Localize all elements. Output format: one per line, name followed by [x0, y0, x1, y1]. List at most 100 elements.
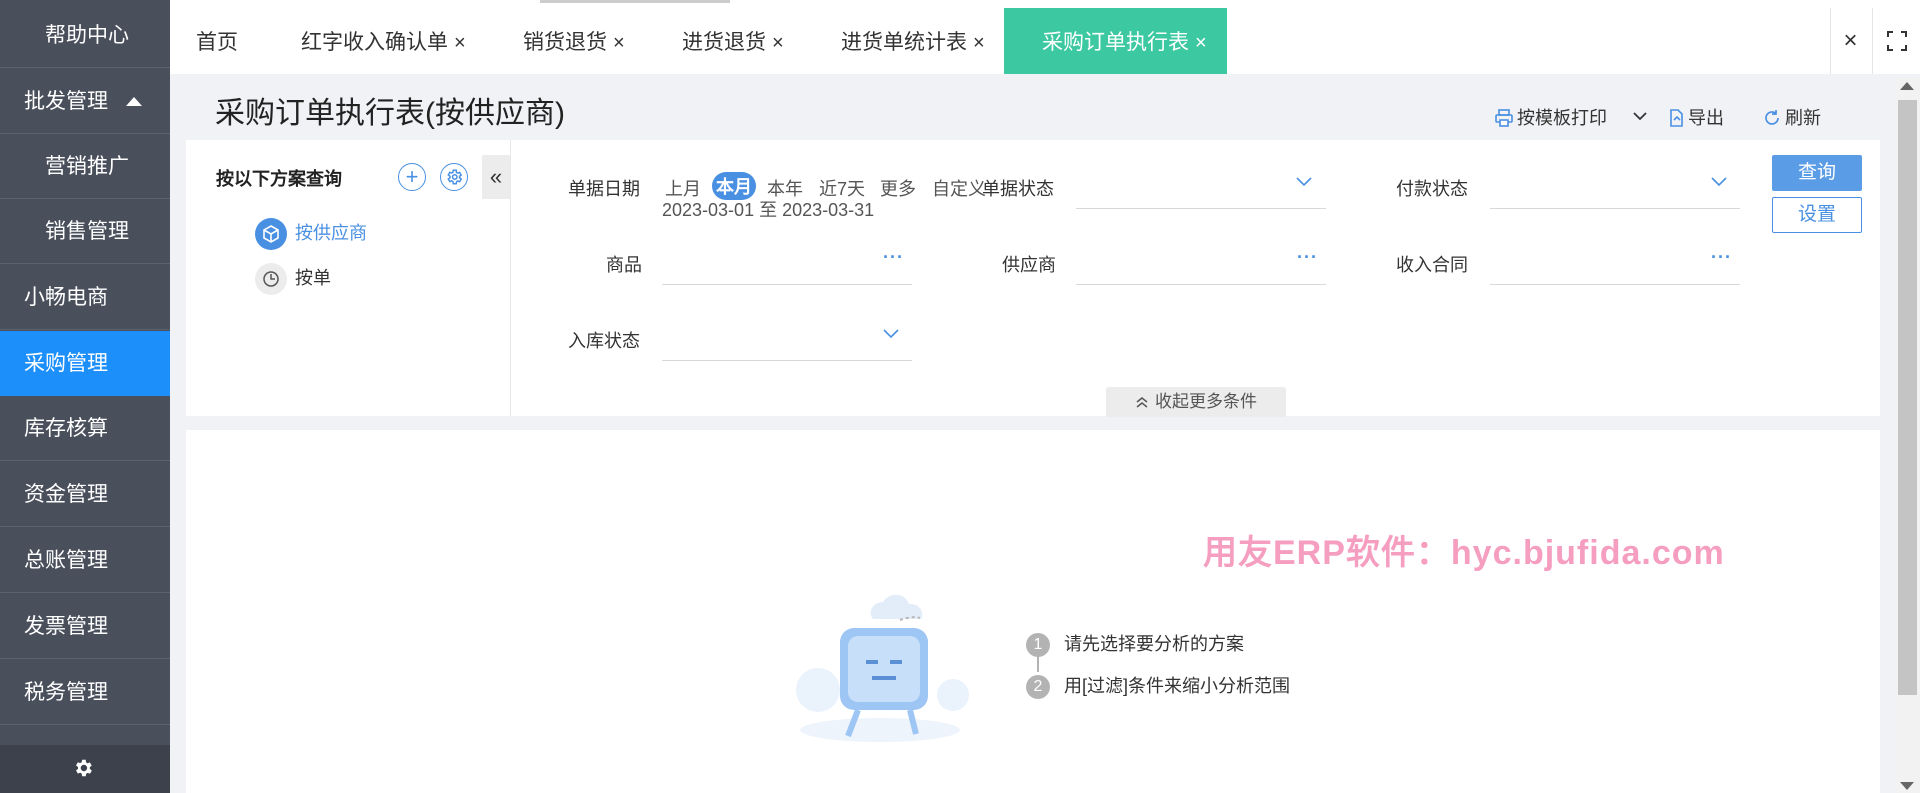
panel-divider [510, 140, 511, 416]
pay-status-select[interactable] [1490, 208, 1740, 209]
sidebar: 帮助中心 批发管理 营销推广 销售管理 小畅电商 采购管理 库存核算 资金管理 … [0, 0, 170, 793]
scroll-up-icon[interactable] [1900, 82, 1914, 90]
export-label: 导出 [1688, 108, 1724, 128]
sidebar-item-funds[interactable]: 资金管理 [0, 462, 170, 527]
empty-state-illustration [796, 594, 969, 742]
clock-icon [255, 263, 287, 295]
close-icon[interactable]: × [772, 8, 784, 78]
tab-scroll-indicator [540, 0, 730, 3]
chevron-down-icon[interactable] [1632, 110, 1648, 122]
close-icon[interactable]: × [1195, 8, 1207, 78]
tab-label: 首页 [196, 31, 238, 54]
refresh-button[interactable]: 刷新 [1763, 104, 1821, 130]
step-connector [1037, 654, 1039, 672]
contract-input[interactable] [1490, 284, 1740, 285]
date-range: 2023-03-01 至 2023-03-31 [662, 200, 875, 220]
supplier-input[interactable] [1076, 284, 1326, 285]
date-chip-custom[interactable]: 自定义 [932, 175, 986, 201]
sidebar-item-label: 总账管理 [24, 549, 108, 572]
sidebar-item-marketing[interactable]: 营销推广 [0, 134, 170, 199]
date-chip-more[interactable]: 更多 [880, 175, 916, 201]
scheme-settings-button[interactable] [440, 163, 468, 191]
scheme-item-by-order[interactable]: 按单 [255, 263, 331, 295]
chevron-down-icon[interactable] [1296, 174, 1312, 190]
sidebar-item-label: 发票管理 [24, 615, 108, 638]
tab-sales-return[interactable]: 销货退货 × [523, 8, 625, 74]
sidebar-item-label: 帮助中心 [45, 24, 129, 47]
result-area [186, 430, 1880, 793]
fullscreen-icon [1887, 31, 1907, 51]
watermark: 用友ERP软件：hyc.bjufida.com [1203, 534, 1725, 572]
chevron-down-icon[interactable] [883, 326, 899, 342]
sidebar-footer [0, 745, 170, 793]
sidebar-item-label: 资金管理 [24, 483, 108, 506]
scrollbar-thumb[interactable] [1898, 100, 1917, 695]
sidebar-item-ledger[interactable]: 总账管理 [0, 528, 170, 593]
add-scheme-button[interactable]: + [398, 163, 426, 191]
close-icon[interactable]: × [613, 8, 625, 78]
sidebar-item-label: 库存核算 [24, 417, 108, 440]
sidebar-item-label: 批发管理 [24, 90, 108, 113]
refresh-icon [1765, 110, 1779, 125]
settings-button[interactable]: 设置 [1772, 197, 1862, 233]
pay-status-label: 付款状态 [1396, 179, 1468, 199]
step-number: 2 [1026, 675, 1050, 700]
scheme-title: 按以下方案查询 [216, 169, 342, 189]
collapse-more-conditions-button[interactable]: 收起更多条件 [1106, 387, 1286, 417]
date-label: 单据日期 [568, 179, 640, 199]
sidebar-item-label: 营销推广 [45, 155, 129, 178]
sidebar-item-wholesale[interactable]: 批发管理 [0, 69, 170, 134]
tab-label: 销货退货 [523, 31, 607, 54]
product-input[interactable] [662, 284, 912, 285]
tab-label: 采购订单执行表 [1042, 31, 1189, 54]
product-picker-button[interactable]: ··· [883, 247, 904, 268]
gear-icon [447, 169, 463, 185]
double-chevron-left-icon: « [489, 164, 503, 189]
contract-picker-button[interactable]: ··· [1711, 247, 1732, 268]
doc-status-label: 单据状态 [982, 179, 1054, 199]
sidebar-item-label: 税务管理 [24, 681, 108, 704]
tab-home[interactable]: 首页 [196, 8, 238, 74]
sidebar-item-invoice[interactable]: 发票管理 [0, 594, 170, 659]
close-all-tabs-button[interactable]: × [1830, 8, 1870, 74]
collapse-more-label: 收起更多条件 [1155, 392, 1257, 411]
export-icon [1670, 109, 1683, 127]
sidebar-item-inventory[interactable]: 库存核算 [0, 396, 170, 461]
scroll-down-icon[interactable] [1900, 782, 1914, 790]
sidebar-item-purchasing[interactable]: 采购管理 [0, 331, 170, 396]
double-chevron-up-icon [1136, 397, 1148, 408]
print-template-button[interactable]: 按模板打印 [1495, 104, 1607, 130]
printer-icon [1495, 109, 1513, 127]
print-label: 按模板打印 [1517, 108, 1607, 128]
tab-label: 红字收入确认单 [301, 31, 448, 54]
tab-label: 进货退货 [682, 31, 766, 54]
tab-purchase-return[interactable]: 进货退货 × [682, 8, 784, 74]
sidebar-item-ecommerce[interactable]: 小畅电商 [0, 265, 170, 330]
tab-po-execution[interactable]: 采购订单执行表 × [1004, 8, 1227, 74]
sidebar-item-label: 小畅电商 [24, 286, 108, 309]
sidebar-item-help-center[interactable]: 帮助中心 [0, 3, 170, 68]
close-icon[interactable]: × [454, 8, 466, 78]
plus-icon: + [405, 164, 419, 189]
sidebar-item-tax[interactable]: 税务管理 [0, 660, 170, 725]
tab-purchase-stats[interactable]: 进货单统计表 × [841, 8, 985, 74]
caret-up-icon [126, 97, 142, 106]
collapse-scheme-panel-button[interactable]: « [482, 155, 510, 199]
close-icon[interactable]: × [973, 8, 985, 78]
gear-icon[interactable] [72, 757, 94, 779]
supplier-picker-button[interactable]: ··· [1297, 247, 1318, 268]
query-button[interactable]: 查询 [1772, 155, 1862, 191]
export-button[interactable]: 导出 [1668, 104, 1724, 130]
page-title: 采购订单执行表(按供应商) [215, 97, 565, 130]
stock-in-select[interactable] [662, 360, 912, 361]
cube-icon [255, 218, 287, 250]
scheme-item-by-supplier[interactable]: 按供应商 [255, 218, 367, 250]
sidebar-item-label: 采购管理 [24, 352, 108, 375]
chevron-down-icon[interactable] [1711, 174, 1727, 190]
scheme-item-label: 按供应商 [295, 222, 367, 243]
sidebar-item-sales[interactable]: 销售管理 [0, 199, 170, 264]
doc-status-select[interactable] [1076, 208, 1326, 209]
stock-in-label: 入库状态 [568, 331, 640, 351]
fullscreen-button[interactable] [1872, 8, 1920, 74]
tab-red-income-confirm[interactable]: 红字收入确认单 × [301, 8, 466, 74]
